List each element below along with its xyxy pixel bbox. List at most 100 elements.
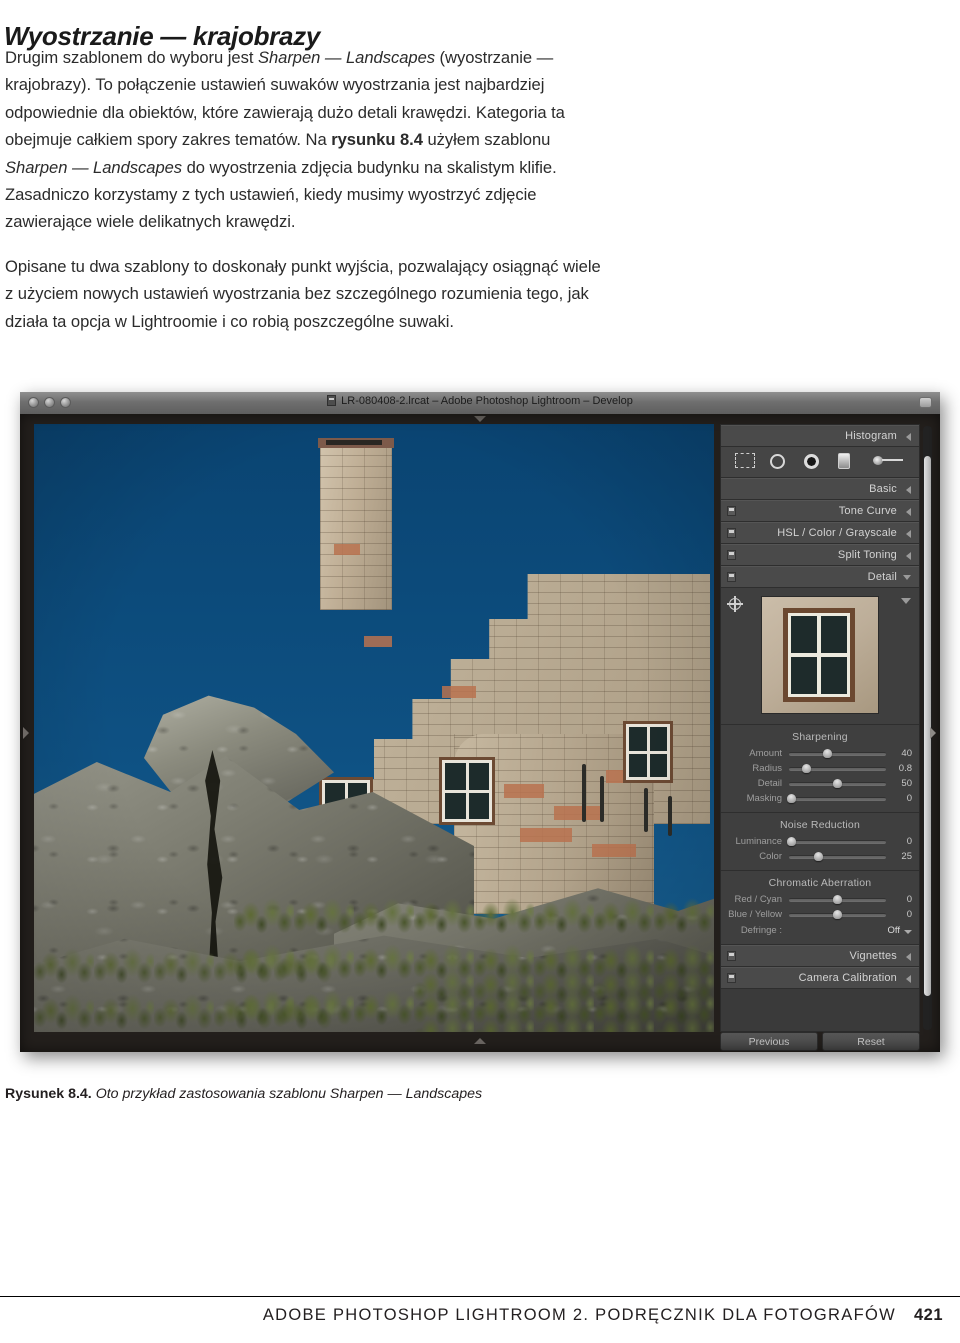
footer-title: ADOBE PHOTOSHOP LIGHTROOM 2. PODRĘCZNIK … bbox=[262, 1306, 896, 1324]
slider-red-cyan[interactable]: Red / Cyan 0 bbox=[721, 892, 919, 907]
panel-label: Camera Calibration bbox=[798, 972, 897, 984]
slider-track[interactable] bbox=[789, 909, 886, 919]
slider-luminance[interactable]: Luminance 0 bbox=[721, 834, 919, 849]
text-run: Drugim szablonem do wyboru jest bbox=[5, 48, 258, 67]
slider-masking[interactable]: Masking 0 bbox=[721, 791, 919, 806]
slider-blue-yellow[interactable]: Blue / Yellow 0 bbox=[721, 907, 919, 922]
slider-track[interactable] bbox=[789, 748, 886, 758]
red-brick bbox=[520, 828, 572, 842]
paragraph-1: Drugim szablonem do wyboru jest Sharpen … bbox=[5, 44, 605, 236]
panel-switch-icon[interactable] bbox=[727, 572, 736, 582]
slider-value[interactable]: 50 bbox=[886, 778, 912, 789]
scrollbar-thumb[interactable] bbox=[924, 456, 931, 996]
panel-label: Detail bbox=[867, 571, 897, 583]
panel-switch-icon[interactable] bbox=[727, 973, 736, 983]
slider-knob[interactable] bbox=[833, 909, 842, 919]
chevron-left-icon bbox=[906, 433, 911, 441]
panel-switch-icon[interactable] bbox=[727, 528, 736, 538]
panel-header-basic[interactable]: Basic bbox=[721, 478, 919, 500]
slider-track[interactable] bbox=[787, 793, 886, 803]
slider-value[interactable]: 0 bbox=[886, 894, 912, 905]
red-brick bbox=[334, 544, 360, 555]
photo-preview[interactable] bbox=[34, 424, 714, 1032]
slider-knob[interactable] bbox=[787, 793, 797, 803]
panel-header-hsl[interactable]: HSL / Color / Grayscale bbox=[721, 522, 919, 544]
slider-knob[interactable] bbox=[787, 836, 797, 846]
window-title-text: LR-080408-2.lrcat – Adobe Photoshop Ligh… bbox=[341, 395, 633, 407]
panel-header-tone-curve[interactable]: Tone Curve bbox=[721, 500, 919, 522]
slider-track[interactable] bbox=[787, 836, 886, 846]
panel-header-split-toning[interactable]: Split Toning bbox=[721, 544, 919, 566]
red-eye-correction-tool[interactable] bbox=[803, 453, 826, 471]
spot-removal-tool[interactable] bbox=[769, 453, 792, 471]
slider-detail[interactable]: Detail 50 bbox=[721, 776, 919, 791]
crop-overlay-tool[interactable] bbox=[735, 453, 757, 471]
slider-radius[interactable]: Radius 0.8 bbox=[721, 761, 919, 776]
slider-knob[interactable] bbox=[833, 894, 842, 904]
slider-value[interactable]: 25 bbox=[886, 851, 912, 862]
slider-track[interactable] bbox=[789, 894, 886, 904]
right-panel-toggle-icon[interactable] bbox=[930, 727, 936, 739]
detail-zoom-preview[interactable] bbox=[721, 588, 919, 725]
brush-icon bbox=[872, 453, 903, 467]
target-icon[interactable] bbox=[727, 596, 743, 612]
slider-track[interactable] bbox=[789, 778, 886, 788]
strong-text: rysunku 8.4 bbox=[331, 130, 423, 150]
panel-header-histogram[interactable]: Histogram bbox=[721, 425, 919, 447]
left-panel-toggle-icon[interactable] bbox=[23, 727, 29, 739]
filmstrip-toggle-icon[interactable] bbox=[474, 1038, 486, 1044]
adjustment-brush-tool[interactable] bbox=[872, 453, 905, 471]
slider-knob[interactable] bbox=[813, 851, 823, 861]
slider-track[interactable] bbox=[789, 763, 886, 773]
panel-label: Basic bbox=[869, 483, 897, 495]
sharpening-title: Sharpening bbox=[792, 731, 848, 743]
panel-label: HSL / Color / Grayscale bbox=[777, 527, 897, 539]
slider-value[interactable]: 0.8 bbox=[886, 763, 912, 774]
defringe-row[interactable]: Defringe : Off bbox=[721, 922, 919, 938]
window-body: Histogram Basic Tone Curve HSL / Color /… bbox=[20, 414, 940, 1052]
catalog-icon bbox=[327, 395, 337, 406]
chevron-left-icon bbox=[906, 953, 911, 961]
graduated-filter-tool[interactable] bbox=[838, 453, 860, 471]
slider-value[interactable]: 0 bbox=[886, 909, 912, 920]
slider-label: Luminance bbox=[735, 836, 782, 847]
red-brick bbox=[554, 806, 600, 820]
slider-track[interactable] bbox=[789, 851, 886, 861]
eye-icon bbox=[803, 454, 819, 469]
panel-switch-icon[interactable] bbox=[727, 951, 736, 961]
slider-knob[interactable] bbox=[823, 748, 833, 758]
previous-button[interactable]: Previous bbox=[720, 1032, 818, 1051]
figure-caption-label: Rysunek 8.4. bbox=[5, 1086, 92, 1102]
window-resize-button[interactable] bbox=[919, 397, 932, 408]
slider-label: Radius bbox=[752, 763, 782, 774]
window-title: LR-080408-2.lrcat – Adobe Photoshop Ligh… bbox=[20, 395, 940, 407]
panel-header-camera-calibration[interactable]: Camera Calibration bbox=[721, 967, 919, 989]
slider-amount[interactable]: Amount 40 bbox=[721, 746, 919, 761]
panel-header-detail[interactable]: Detail bbox=[721, 566, 919, 588]
chromatic-aberration-section: Chromatic Aberration Red / Cyan 0 Blue /… bbox=[721, 871, 919, 945]
slider-value[interactable]: 0 bbox=[886, 836, 912, 847]
slider-knob[interactable] bbox=[801, 763, 811, 773]
panel-header-vignettes[interactable]: Vignettes bbox=[721, 945, 919, 967]
footer-divider bbox=[0, 1296, 960, 1297]
panel-label: Split Toning bbox=[837, 549, 897, 561]
chevron-down-icon[interactable] bbox=[901, 598, 911, 604]
slider-value[interactable]: 40 bbox=[886, 748, 912, 759]
reset-button[interactable]: Reset bbox=[822, 1032, 920, 1051]
defringe-dropdown[interactable]: Off bbox=[789, 925, 912, 936]
slider-knob[interactable] bbox=[833, 778, 842, 788]
red-brick bbox=[504, 784, 544, 798]
red-brick bbox=[592, 844, 636, 857]
preview-image bbox=[761, 596, 879, 714]
body-text: Drugim szablonem do wyboru jest Sharpen … bbox=[5, 44, 605, 352]
top-panel-toggle-icon[interactable] bbox=[474, 416, 486, 422]
slider-color[interactable]: Color 25 bbox=[721, 849, 919, 864]
page-number: 421 bbox=[913, 1306, 943, 1324]
building-window bbox=[439, 757, 495, 825]
roof-aerial bbox=[668, 796, 672, 836]
circle-icon bbox=[769, 454, 785, 469]
panel-switch-icon[interactable] bbox=[727, 506, 736, 516]
panel-switch-icon[interactable] bbox=[727, 550, 736, 560]
slider-value[interactable]: 0 bbox=[886, 793, 912, 804]
tool-strip bbox=[721, 447, 919, 478]
